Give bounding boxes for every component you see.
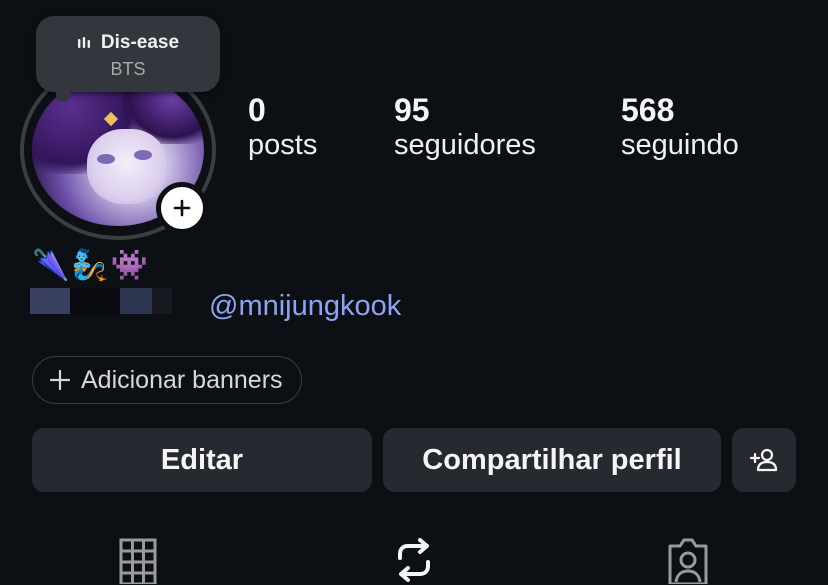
- redacted-name-block: [120, 288, 152, 314]
- followers-stat[interactable]: 95 seguidores: [394, 92, 536, 162]
- grid-icon: [119, 538, 157, 585]
- profile-name-emojis: 🌂🧞👾: [32, 249, 151, 282]
- plus-icon: [49, 369, 71, 391]
- note-song-title: Dis-ease: [100, 32, 180, 53]
- redacted-name-block: [152, 288, 172, 314]
- following-label: seguindo: [621, 129, 739, 161]
- add-banners-label: Adicionar banners: [81, 365, 283, 394]
- add-story-button[interactable]: [156, 182, 208, 234]
- following-stat[interactable]: 568 seguindo: [621, 92, 739, 162]
- tab-grid[interactable]: [115, 536, 163, 585]
- audio-bars-icon: [77, 37, 90, 48]
- note-bubble-tail: [56, 88, 70, 102]
- discover-people-button[interactable]: [732, 428, 796, 492]
- posts-label: posts: [248, 129, 318, 161]
- redacted-name-block: [30, 288, 70, 314]
- tab-reposts[interactable]: [390, 536, 438, 584]
- share-profile-button[interactable]: Compartilhar perfil: [383, 428, 721, 492]
- posts-count: 0: [248, 92, 266, 128]
- edit-profile-button[interactable]: Editar: [32, 428, 372, 492]
- posts-stat[interactable]: 0 posts: [248, 92, 317, 162]
- add-banners-button[interactable]: Adicionar banners: [32, 356, 302, 404]
- plus-icon: [173, 199, 191, 217]
- note-artist: BTS: [110, 59, 146, 79]
- tab-tagged[interactable]: [664, 536, 712, 585]
- followers-label: seguidores: [394, 129, 536, 161]
- following-count: 568: [621, 92, 675, 128]
- redacted-name-block: [70, 288, 120, 314]
- threads-handle-link[interactable]: @mnijungkook: [209, 290, 401, 323]
- repost-icon: [398, 538, 430, 582]
- tagged-person-icon: [668, 538, 708, 585]
- music-note-bubble[interactable]: Dis-ease BTS: [36, 16, 220, 92]
- add-person-icon: [749, 448, 778, 472]
- followers-count: 95: [394, 92, 430, 128]
